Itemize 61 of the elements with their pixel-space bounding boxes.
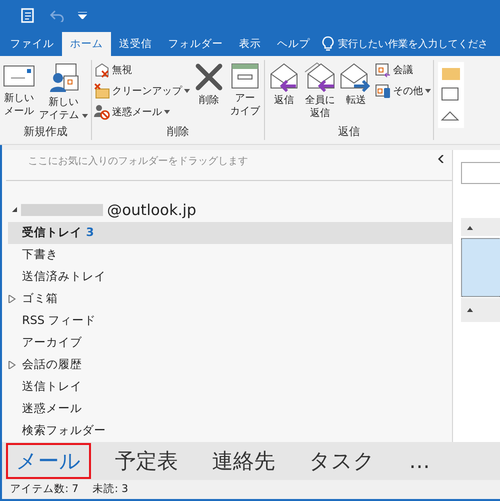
ribbon-button[interactable]: アー カイブ: [228, 60, 262, 124]
customize-caret-icon[interactable]: [78, 12, 87, 20]
envelope-left-arrow-icon: [268, 62, 300, 92]
tell-me-search-field[interactable]: 実行したい作業を入力してくださ: [338, 36, 488, 51]
folder-item[interactable]: 会話の履歴: [8, 354, 452, 376]
dropdown-caret-icon: [82, 114, 88, 118]
folder-item[interactable]: 迷惑メール: [8, 398, 452, 420]
dropdown-caret-icon: [184, 88, 190, 93]
dropdown-caret-icon: [425, 88, 432, 93]
expand-triangle-icon[interactable]: [8, 294, 16, 303]
ribbon-button[interactable]: 削除: [192, 60, 226, 124]
ribbon-tab[interactable]: ヘルプ: [269, 32, 318, 56]
archive-box-icon: [230, 62, 260, 90]
ribbon-button[interactable]: その他: [375, 82, 432, 100]
folder-item[interactable]: 送信トレイ: [8, 376, 452, 398]
ribbon-button[interactable]: 新しい メール: [2, 60, 36, 124]
ribbon-button[interactable]: クリーンアップ: [94, 82, 190, 100]
ribbon-button[interactable]: 全員に 返信: [303, 60, 338, 124]
navigation-tab[interactable]: 予定表: [107, 444, 186, 477]
folder-item[interactable]: RSS フィード: [8, 310, 452, 332]
ribbon-tab[interactable]: ファイル: [2, 32, 62, 56]
expand-triangle-icon[interactable]: [8, 360, 16, 369]
delete-icon: [194, 62, 224, 92]
folder-item[interactable]: 受信トレイ 3: [8, 222, 452, 244]
ribbon-button[interactable]: 転送: [339, 60, 374, 124]
person-calendar-icon: [48, 62, 80, 94]
ribbon-tab[interactable]: 表示: [231, 32, 269, 56]
quick-steps-icons-drawing: [438, 62, 464, 128]
group-label: 返信: [337, 124, 362, 140]
folder-item[interactable]: アーカイブ: [8, 332, 452, 354]
ribbon-button[interactable]: 新しい アイテム: [38, 60, 90, 124]
ribbon-button[interactable]: 返信: [267, 60, 302, 124]
folder-item[interactable]: 送信済みトレイ: [8, 266, 452, 288]
favorites-hint: ここにお気に入りのフォルダーをドラッグします: [27, 154, 248, 168]
ribbon-button[interactable]: 迷惑メール: [94, 102, 190, 121]
ribbon-tab[interactable]: ホーム: [62, 32, 111, 56]
group-label: 新規作成: [22, 124, 69, 140]
ribbon-tab[interactable]: フォルダー: [160, 32, 231, 56]
group-label: 削除: [166, 124, 190, 140]
calendar-icon: [375, 62, 392, 78]
account-email[interactable]: @outlook.jp: [107, 200, 196, 219]
person-block-icon: [94, 104, 110, 120]
folder-item[interactable]: 検索フォルダー: [8, 420, 452, 442]
navigation-tab[interactable]: …: [401, 446, 438, 475]
navigation-tab[interactable]: タスク: [301, 444, 383, 477]
expanded-triangle-icon[interactable]: [12, 207, 17, 212]
ribbon-tab[interactable]: 送受信: [111, 32, 160, 56]
envelope-right-arrow-icon: [340, 62, 372, 92]
collapse-chevron-icon[interactable]: [438, 154, 444, 163]
phone-window-icon: [375, 82, 392, 99]
ribbon-button[interactable]: 無視: [94, 60, 190, 79]
folder-item[interactable]: ゴミ箱: [8, 288, 452, 310]
status-text: アイテム数: 7: [10, 482, 79, 496]
dropdown-caret-icon: [164, 110, 170, 114]
lightbulb-icon: [322, 36, 334, 52]
status-text: 未読: 3: [92, 482, 128, 496]
ribbon-button[interactable]: 会議: [375, 60, 432, 79]
envelopes-left-arrow-icon: [304, 62, 336, 92]
app-icon[interactable]: [20, 8, 36, 24]
folder-item[interactable]: 下書き: [8, 244, 452, 266]
navigation-tab[interactable]: 連絡先: [204, 444, 283, 477]
